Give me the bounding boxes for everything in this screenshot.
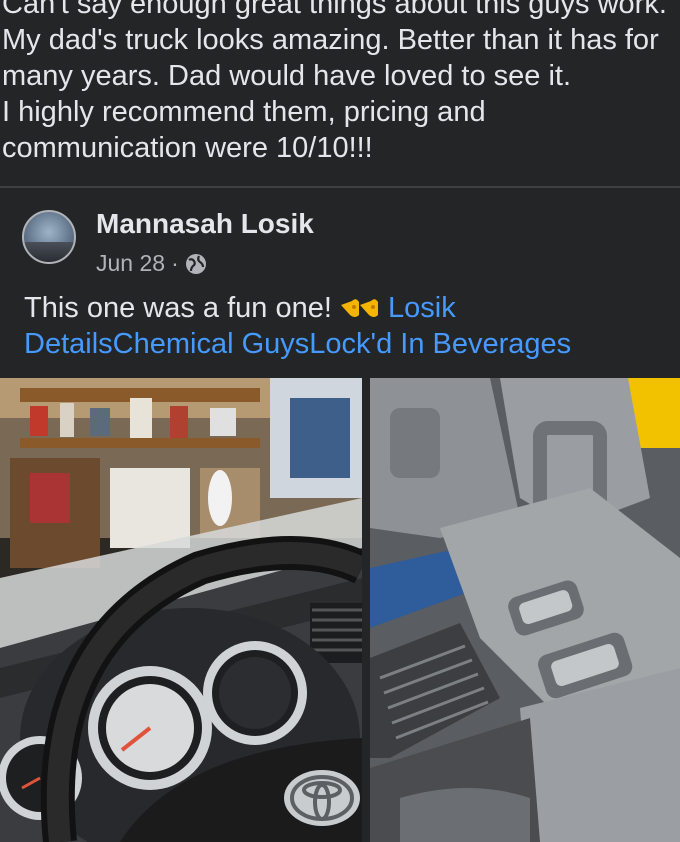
author-name[interactable]: Mannasah Losik xyxy=(96,208,314,240)
post-date[interactable]: Jun 28 xyxy=(96,250,165,276)
shared-post-text: This one was a fun one! Losik DetailsChe… xyxy=(24,290,674,362)
author-avatar[interactable] xyxy=(22,210,76,264)
pointing-hands-emoji xyxy=(340,293,380,321)
meta-separator: · xyxy=(171,250,179,276)
globe-icon[interactable] xyxy=(185,253,207,275)
tag-link-lockd-in-beverages[interactable]: Lock'd In Beverages xyxy=(309,328,571,360)
tag-link-details[interactable]: Details xyxy=(24,328,113,360)
tag-link-losik[interactable]: Losik xyxy=(388,292,456,324)
post-body-text: Can't say enough great things about this… xyxy=(2,0,680,166)
truck-dashboard-photo[interactable] xyxy=(0,378,362,842)
post-text-line: Can't say enough great things about this… xyxy=(2,0,667,20)
post-meta: Jun 28 · xyxy=(96,250,207,277)
tag-link-chemical-guys[interactable]: Chemical Guys xyxy=(113,328,310,360)
post-text-line: My dad's truck looks amazing. Better tha… xyxy=(2,24,659,56)
post-divider xyxy=(0,186,680,188)
post-text-line: I highly recommend them, pricing and xyxy=(2,96,486,128)
shared-post-intro: This one was a fun one! xyxy=(24,292,332,324)
truck-rear-seat-photo[interactable] xyxy=(370,378,680,842)
post-text-line: communication were 10/10!!! xyxy=(2,132,373,164)
post-text-line: many years. Dad would have loved to see … xyxy=(2,60,572,92)
shared-post-header: Mannasah Losik Jun 28 · xyxy=(22,208,662,280)
facebook-post-view: Can't say enough great things about this… xyxy=(0,0,680,842)
